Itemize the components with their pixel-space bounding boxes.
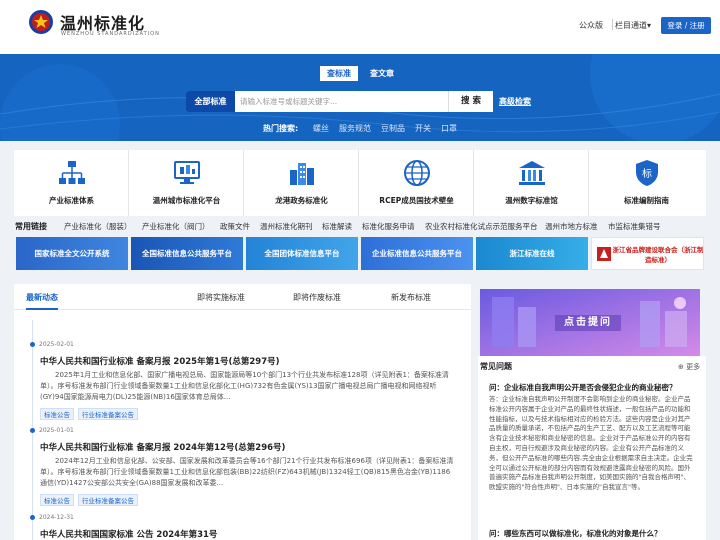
- shield-badge-icon: 标: [636, 160, 658, 186]
- platform-zhejiang-online[interactable]: 浙江标准在线: [476, 237, 588, 270]
- card-label: RCEP成员国技术壁垒: [379, 196, 454, 205]
- tab-upcoming[interactable]: 即将实施标准: [197, 292, 245, 303]
- news-date: 2025-01-01: [39, 427, 74, 434]
- tab-new-release[interactable]: 新发布标准: [391, 292, 431, 303]
- faq-panel: 常见问题 ⊕ 更多 问：企业标准自我声明公开是否会侵犯企业的商业秘密？ 答：企业…: [478, 356, 706, 540]
- card-label: 龙港政务标准化: [275, 196, 328, 205]
- hot-search-label: 热门搜索:: [263, 124, 299, 133]
- platform-label: 浙江标准在线: [509, 249, 555, 258]
- site-subtitle: WENZHOU STANDARDIZATION: [61, 31, 160, 37]
- card-industry-standards[interactable]: 产业标准体系: [14, 150, 129, 216]
- common-links: 常用链接 产业标准化（服装） 产业标准化（阀门） 政策文件 温州标准化期刊 标准…: [14, 220, 706, 234]
- timeline-dot: [30, 428, 35, 433]
- news-tag[interactable]: 行业标准备案公告: [78, 494, 138, 506]
- tab-search-articles[interactable]: 查文章: [367, 66, 397, 81]
- tab-search-standards[interactable]: 查标准: [320, 66, 358, 81]
- common-link[interactable]: 标准解读: [322, 221, 352, 232]
- public-account-link[interactable]: 公众版: [579, 20, 603, 31]
- news-title[interactable]: 中华人民共和国行业标准 备案月报 2025年第1号(总第297号): [40, 355, 280, 367]
- card-digital-museum[interactable]: 温州数字标准馆: [474, 150, 589, 216]
- hot-search-item[interactable]: 开关: [415, 123, 431, 134]
- timeline-dot: [30, 515, 35, 520]
- common-link[interactable]: 政策文件: [220, 221, 250, 232]
- common-link[interactable]: 温州市地方标准: [545, 221, 598, 232]
- platform-national-fulltext[interactable]: 国家标准全文公开系统: [16, 237, 128, 270]
- hot-search-item[interactable]: 服务规范: [339, 123, 371, 134]
- card-label: 标准编制指南: [624, 196, 669, 205]
- links-title: 常用链接: [15, 222, 47, 231]
- common-link[interactable]: 标准化服务申请: [362, 221, 415, 232]
- faq-title: 常见问题: [480, 362, 512, 371]
- common-link[interactable]: 产业标准化（阀门）: [142, 221, 210, 232]
- common-link[interactable]: 市监标准集错号: [608, 221, 661, 232]
- news-desc: 2025年1月工业和信息化部、国家广播电视总局、国家能源局等10个部门13个行业…: [40, 371, 449, 401]
- search-input[interactable]: [240, 94, 445, 109]
- tab-abolish[interactable]: 即将作废标准: [293, 292, 341, 303]
- hot-search-item[interactable]: 螺丝: [313, 123, 329, 134]
- platform-group-standards[interactable]: 全国团体标准信息平台: [246, 237, 358, 270]
- timeline-dot: [30, 342, 35, 347]
- platform-zhejiang-brand[interactable]: 浙江省品牌建设联合会（浙江制造标准）: [591, 237, 704, 270]
- platform-label: 全国团体标准信息平台: [264, 249, 340, 258]
- museum-icon: [519, 161, 545, 185]
- emblem-icon: [29, 10, 53, 34]
- platform-national-info[interactable]: 全国标准信息公共服务平台: [131, 237, 243, 270]
- org-chart-icon: [59, 161, 85, 184]
- faq-answer: 答：企业标准自我声明公开制度不会影响到企业的商业秘密。企业产品标准公开内容属于企…: [489, 395, 693, 492]
- faq-question[interactable]: 问：企业标准自我声明公开是否会侵犯企业的商业秘密？: [489, 382, 677, 393]
- common-link[interactable]: 农业农村标准化试点示范服务平台: [425, 221, 538, 232]
- search-button[interactable]: 搜 索: [448, 91, 493, 112]
- news-desc: 2024年12月工业和信息化部、公安部、国家发展和改革委员会等16个部门21个行…: [40, 457, 454, 487]
- site-header: 温州标准化 WENZHOU STANDARDIZATION 公众版 栏目通道▾ …: [0, 0, 720, 54]
- search-banner: 查标准 查文章 全部标准 搜 索 高级检索 热门搜索: 螺丝 服务规范 豆制品 …: [0, 54, 720, 141]
- common-link[interactable]: 温州标准化期刊: [260, 221, 313, 232]
- hot-search-item[interactable]: 口罩: [441, 123, 457, 134]
- faq-question[interactable]: 问：哪些东西可以做标准化，标准化的对象是什么？: [489, 528, 662, 539]
- login-register-button[interactable]: 登录 / 注册: [661, 17, 711, 34]
- active-tab-indicator: [26, 308, 58, 310]
- brand-logo-icon: [597, 247, 611, 261]
- news-tag[interactable]: 行业标准备案公告: [78, 408, 138, 420]
- card-city-platform[interactable]: 温州城市标准化平台: [129, 150, 244, 216]
- news-tag[interactable]: 标准公告: [40, 408, 74, 420]
- hot-search-item[interactable]: 豆制品: [381, 123, 405, 134]
- faq-more-link[interactable]: ⊕ 更多: [678, 362, 700, 372]
- plus-icon: ⊕: [678, 363, 687, 371]
- card-label: 温州数字标准馆: [505, 196, 558, 205]
- ask-question-banner[interactable]: 点击提问: [480, 289, 700, 356]
- search-category-select[interactable]: 全部标准: [186, 91, 235, 112]
- news-panel: 最新动态 即将实施标准 即将作废标准 新发布标准 2025-02-01 中华人民…: [14, 284, 471, 540]
- news-date: 2025-02-01: [39, 341, 74, 348]
- svg-text:标: 标: [642, 168, 652, 180]
- news-title[interactable]: 中华人民共和国行业标准 备案月报 2024年第12号(总第296号): [40, 441, 285, 453]
- card-label: 温州城市标准化平台: [152, 196, 221, 205]
- faq-more-label: 更多: [686, 363, 701, 371]
- card-longgang[interactable]: 龙港政务标准化: [244, 150, 359, 216]
- globe-icon: [404, 160, 430, 186]
- feature-cards: 产业标准体系 温州城市标准化平台 龙港政务标准化 RCEP成员国技术壁垒 温州数…: [14, 150, 706, 216]
- city-buildings-icon: [290, 163, 314, 185]
- header-divider: [612, 19, 613, 30]
- card-label: 产业标准体系: [49, 196, 94, 205]
- news-tabs: 最新动态 即将实施标准 即将作废标准 新发布标准: [14, 284, 471, 310]
- platform-label: 全国标准信息公共服务平台: [142, 249, 232, 258]
- common-link[interactable]: 产业标准化（服装）: [64, 221, 132, 232]
- news-tag[interactable]: 标准公告: [40, 494, 74, 506]
- monitor-icon: [174, 161, 200, 184]
- ad-label: 点击提问: [555, 315, 621, 331]
- column-nav-dropdown[interactable]: 栏目通道▾: [615, 20, 651, 31]
- tab-latest[interactable]: 最新动态: [26, 292, 58, 303]
- card-rcep[interactable]: RCEP成员国技术壁垒: [359, 150, 474, 216]
- card-guide[interactable]: 标 标准编制指南: [589, 150, 704, 216]
- platform-label: 浙江省品牌建设联合会（浙江制造标准）: [612, 246, 704, 264]
- platform-label: 国家标准全文公开系统: [34, 249, 110, 258]
- platform-label: 企业标准信息公共服务平台: [372, 249, 462, 258]
- news-title[interactable]: 中华人民共和国国家标准 公告 2024年第31号: [40, 528, 217, 540]
- news-date: 2024-12-31: [39, 514, 74, 521]
- advanced-search-link[interactable]: 高级检索: [499, 96, 531, 107]
- platform-enterprise[interactable]: 企业标准信息公共服务平台: [361, 237, 473, 270]
